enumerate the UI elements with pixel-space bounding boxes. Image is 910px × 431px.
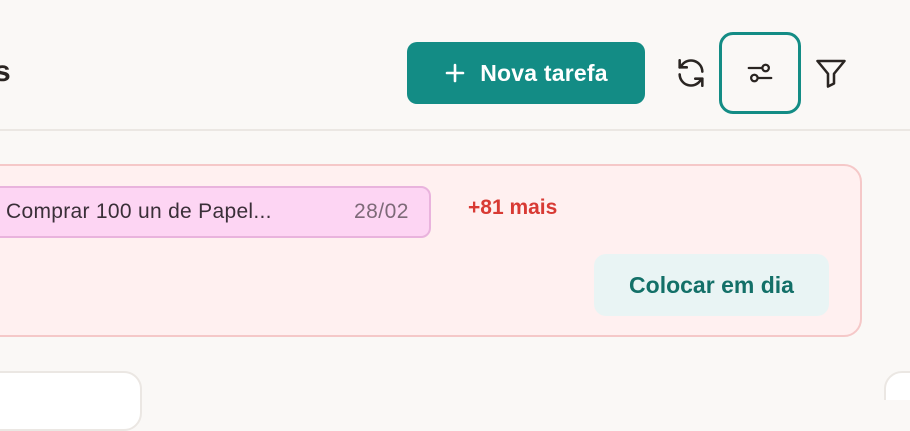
filter-icon	[816, 59, 846, 88]
card-left	[0, 371, 142, 431]
top-bar: s Nova tarefa	[0, 0, 910, 131]
filter-button[interactable]	[790, 32, 872, 114]
sliders-icon	[747, 63, 773, 83]
new-task-button[interactable]: Nova tarefa	[407, 42, 645, 104]
more-tasks-link[interactable]: +81 mais	[468, 196, 557, 220]
refresh-icon	[678, 58, 704, 88]
view-settings-button[interactable]	[719, 32, 801, 114]
card-right	[884, 371, 910, 400]
new-task-label: Nova tarefa	[480, 59, 608, 86]
page-title: s	[0, 55, 11, 88]
overdue-task-chip[interactable]: Comprar 100 un de Papel... 28/02	[0, 186, 431, 238]
catch-up-button[interactable]: Colocar em dia	[594, 254, 829, 316]
plus-icon	[445, 63, 465, 83]
card-right-clip	[884, 371, 910, 400]
task-title: Comprar 100 un de Papel...	[6, 200, 272, 223]
task-due-date: 28/02	[353, 200, 409, 223]
